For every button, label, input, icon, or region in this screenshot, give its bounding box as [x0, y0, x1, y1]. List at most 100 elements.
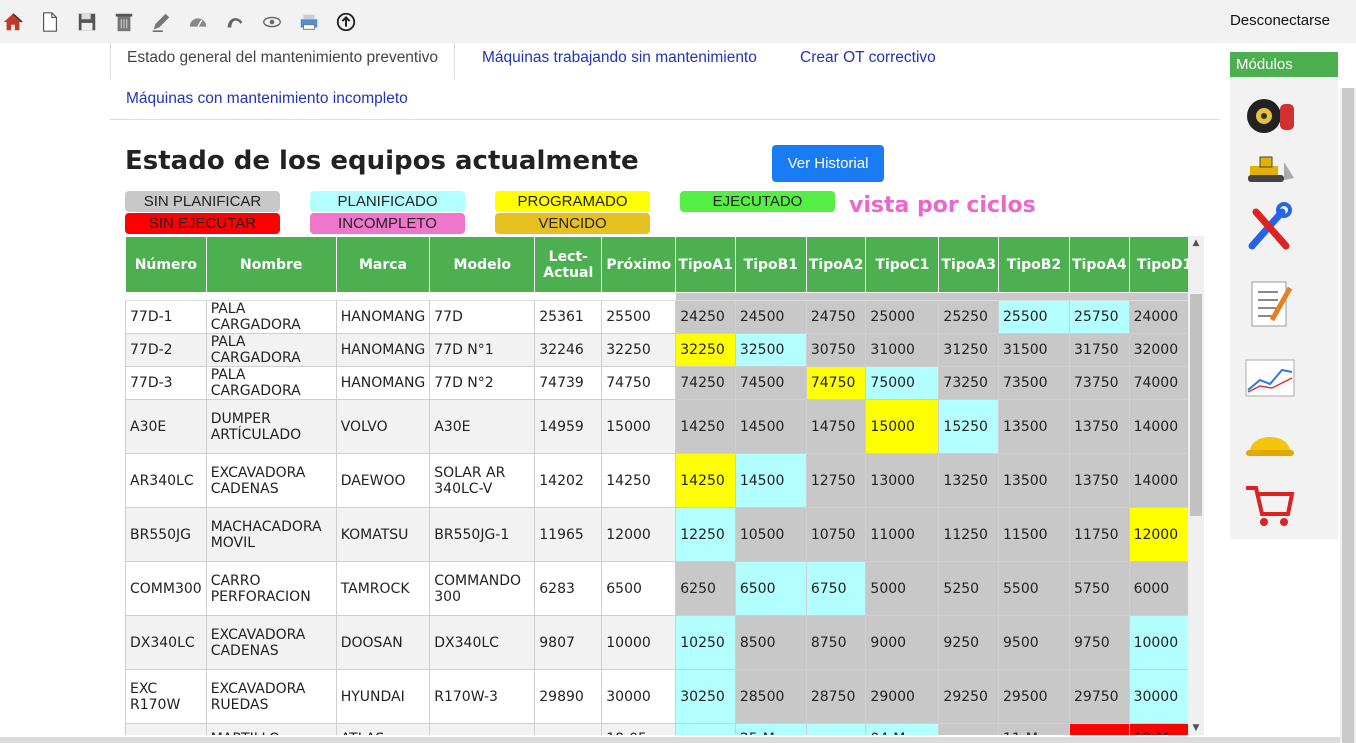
table-row[interactable]: EXC R170W EXCAVADORA RUEDAS HYUNDAI R170W-3…: [125, 669, 1201, 724]
cycle-cell[interactable]: [805, 723, 867, 735]
scroll-up-icon[interactable]: ▲: [1188, 236, 1204, 250]
cycle-cell[interactable]: 24500: [734, 300, 807, 334]
upload-icon[interactable]: [333, 9, 359, 35]
cycle-cell[interactable]: 9250: [938, 615, 999, 670]
cycle-cell[interactable]: 11500: [998, 507, 1070, 562]
cycles-view-label[interactable]: vista por ciclos: [849, 193, 1036, 218]
cycle-cell[interactable]: 29250: [938, 669, 999, 724]
cycle-cell[interactable]: 8500: [734, 615, 807, 670]
cycle-cell[interactable]: 28750: [805, 669, 867, 724]
column-header[interactable]: Marca: [335, 236, 431, 293]
table-row[interactable]: COMM300 CARRO PERFORACION TAMROCK COMMANDO …: [125, 561, 1201, 616]
horizontal-scrollbar[interactable]: [0, 737, 1340, 743]
cycle-cell[interactable]: 6500: [734, 561, 807, 616]
cycle-cell[interactable]: 73250: [938, 366, 999, 400]
scroll-down-icon[interactable]: ▼: [1188, 721, 1204, 735]
table-row[interactable]: 77D-3 PALA CARGADORA HANOMANG 77D N°2 74739 7…: [125, 366, 1201, 400]
cycle-cell[interactable]: 14750: [805, 399, 867, 454]
cycle-cell[interactable]: 32250: [675, 333, 736, 367]
tires-icon[interactable]: [1242, 88, 1298, 144]
cycle-cell[interactable]: 29000: [865, 669, 940, 724]
column-header[interactable]: Nombre: [205, 236, 337, 293]
checklist-icon[interactable]: [1242, 276, 1298, 332]
table-row[interactable]: 77D-1 PALA CARGADORA HANOMANG 77D 25361 25500…: [125, 300, 1201, 334]
cycle-cell[interactable]: 25750: [1069, 300, 1130, 334]
home-icon[interactable]: [0, 9, 26, 35]
cycle-cell[interactable]: 11250: [938, 507, 999, 562]
table-row[interactable]: A30E DUMPER ARTÍCULADO VOLVO A30E 14959 15000…: [125, 399, 1201, 454]
save-icon[interactable]: [74, 9, 100, 35]
column-header[interactable]: TipoC1: [865, 236, 940, 293]
cycle-cell[interactable]: 6250: [675, 561, 736, 616]
logout-link[interactable]: Desconectarse: [1230, 12, 1330, 29]
undo-icon[interactable]: [222, 9, 248, 35]
column-header[interactable]: Modelo: [429, 236, 536, 293]
cycle-cell[interactable]: 73500: [998, 366, 1070, 400]
cycle-cell[interactable]: 6750: [805, 561, 867, 616]
cycle-cell[interactable]: 13500: [998, 453, 1070, 508]
cycle-cell[interactable]: 74250: [675, 366, 736, 400]
tab-machines-without-maintenance[interactable]: Máquinas trabajando sin mantenimiento: [482, 49, 757, 67]
tab-create-corrective-ot[interactable]: Crear OT correctivo: [800, 49, 936, 67]
cycle-cell[interactable]: 31500: [998, 333, 1070, 367]
print-icon[interactable]: [296, 9, 322, 35]
cycle-cell[interactable]: 32500: [734, 333, 807, 367]
gauge-icon[interactable]: [185, 9, 211, 35]
page-scrollbar-thumb[interactable]: [1342, 88, 1354, 743]
cycle-cell[interactable]: 5750: [1069, 561, 1130, 616]
cycle-cell[interactable]: 15000: [865, 399, 940, 454]
cycle-cell[interactable]: 25-May-: [734, 723, 807, 735]
view-icon[interactable]: [259, 9, 285, 35]
table-row[interactable]: AR340LC EXCAVADORA CADENAS DAEWOO SOLAR AR …: [125, 453, 1201, 508]
page-scrollbar[interactable]: [1340, 88, 1356, 743]
column-header[interactable]: TipoB2: [998, 236, 1070, 293]
cycle-cell[interactable]: 31250: [938, 333, 999, 367]
trash-icon[interactable]: [111, 9, 137, 35]
edit-icon[interactable]: [148, 9, 174, 35]
cycle-cell[interactable]: 9500: [998, 615, 1070, 670]
cycle-cell[interactable]: 9000: [865, 615, 940, 670]
view-history-button[interactable]: Ver Historial: [772, 145, 884, 182]
table-row[interactable]: BR550JG MACHACADORA MOVIL KOMATSU BR550JG-1…: [125, 507, 1201, 562]
cycle-cell[interactable]: 5000: [865, 561, 940, 616]
cycle-cell[interactable]: 74500: [734, 366, 807, 400]
cycle-cell[interactable]: 10750: [805, 507, 867, 562]
table-scrollbar-thumb[interactable]: [1190, 294, 1202, 516]
cycle-cell[interactable]: 8750: [805, 615, 867, 670]
column-header[interactable]: TipoA3: [938, 236, 999, 293]
tools-icon[interactable]: [1242, 200, 1298, 256]
cycle-cell[interactable]: 04-May-: [865, 723, 940, 735]
table-scrollbar[interactable]: ▲ ▼: [1188, 236, 1204, 735]
tab-general-status[interactable]: Estado general del mantenimiento prevent…: [110, 43, 456, 79]
cycle-cell[interactable]: 13750: [1069, 453, 1130, 508]
cycle-cell[interactable]: 14250: [675, 399, 736, 454]
cycle-cell[interactable]: [938, 723, 999, 735]
cycle-cell[interactable]: 13500: [998, 399, 1070, 454]
cycle-cell[interactable]: 29750: [1069, 669, 1130, 724]
cycle-cell[interactable]: 30250: [675, 669, 736, 724]
tab-incomplete-maintenance[interactable]: Máquinas con mantenimiento incompleto: [126, 90, 408, 108]
column-header[interactable]: TipoA4: [1069, 236, 1130, 293]
cycle-cell[interactable]: 15250: [938, 399, 999, 454]
cycle-cell[interactable]: 12250: [675, 507, 736, 562]
column-header[interactable]: TipoA1: [675, 236, 736, 293]
cycle-cell[interactable]: 25500: [998, 300, 1070, 334]
column-header[interactable]: Número: [125, 236, 207, 293]
cycle-cell[interactable]: 24750: [805, 300, 867, 334]
table-row[interactable]: MARTILLOATLAS 18-05- 25-May- 04-May- 11-May-…: [125, 723, 1201, 735]
cycle-cell[interactable]: [1069, 723, 1130, 735]
cycle-cell[interactable]: 74750: [805, 366, 867, 400]
cycle-cell[interactable]: 10250: [675, 615, 736, 670]
cycle-cell[interactable]: 25000: [865, 300, 940, 334]
cycle-cell[interactable]: 11000: [865, 507, 940, 562]
cycle-cell[interactable]: 13000: [865, 453, 940, 508]
helmet-icon[interactable]: [1242, 414, 1298, 470]
column-header[interactable]: Lect-Actual: [534, 236, 603, 293]
cycle-cell[interactable]: 31000: [865, 333, 940, 367]
table-row[interactable]: DX340LC EXCAVADORA CADENAS DOOSAN DX340LC 98…: [125, 615, 1201, 670]
cycle-cell[interactable]: 12750: [805, 453, 867, 508]
cycle-cell[interactable]: 11-May-: [998, 723, 1070, 735]
chart-icon[interactable]: [1242, 352, 1298, 408]
column-header[interactable]: TipoB1: [734, 236, 807, 293]
cycle-cell[interactable]: 5500: [998, 561, 1070, 616]
